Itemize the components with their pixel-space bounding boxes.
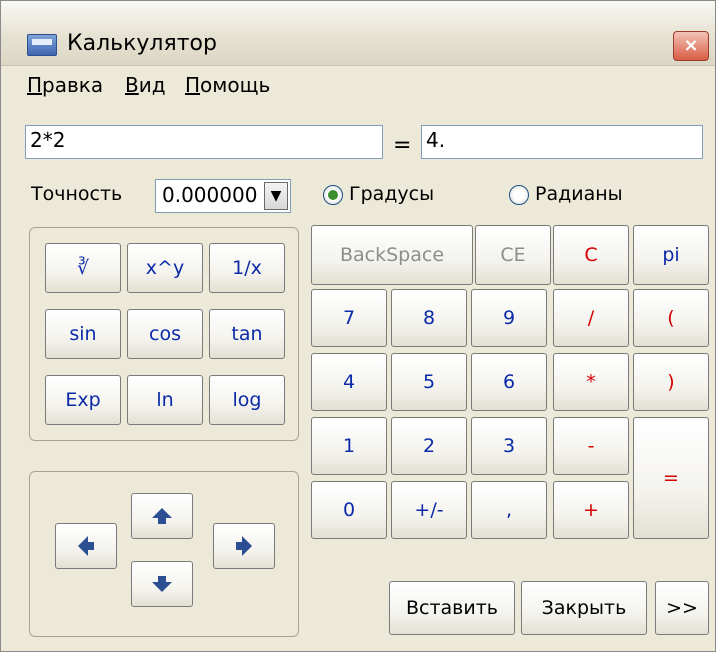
digit-9-button[interactable]: 9 xyxy=(471,289,547,347)
equals-button[interactable]: = xyxy=(633,417,709,539)
title-bar[interactable]: Калькулятор × xyxy=(1,1,715,66)
more-button[interactable]: >> xyxy=(655,581,709,635)
arrow-down-icon xyxy=(152,576,172,592)
ce-button[interactable]: CE xyxy=(475,225,551,285)
close-window-button[interactable]: × xyxy=(673,31,709,61)
precision-select[interactable]: 0.000000 ▼ xyxy=(155,179,291,213)
expression-input[interactable]: 2*2 xyxy=(25,125,383,159)
minus-button[interactable]: - xyxy=(553,417,629,475)
power-button[interactable]: x^y xyxy=(127,243,203,293)
menu-edit[interactable]: Правка xyxy=(27,73,103,97)
digit-6-button[interactable]: 6 xyxy=(471,353,547,411)
pi-button[interactable]: pi xyxy=(633,225,709,285)
tan-button[interactable]: tan xyxy=(209,309,285,359)
arrow-right-icon xyxy=(236,536,252,556)
precision-label: Точность xyxy=(31,183,123,205)
log-button[interactable]: log xyxy=(209,375,285,425)
exp-button[interactable]: Exp xyxy=(45,375,121,425)
ln-button[interactable]: ln xyxy=(127,375,203,425)
window-title: Калькулятор xyxy=(67,31,217,56)
digit-7-button[interactable]: 7 xyxy=(311,289,387,347)
menu-bar: Правка Вид Помощь xyxy=(1,65,715,107)
digit-8-button[interactable]: 8 xyxy=(391,289,467,347)
clear-button[interactable]: C xyxy=(553,225,629,285)
left-paren-button[interactable]: ( xyxy=(633,289,709,347)
root-button[interactable]: ∛ xyxy=(45,243,121,293)
chevron-down-icon[interactable]: ▼ xyxy=(264,182,288,210)
precision-value: 0.000000 xyxy=(162,183,258,207)
calculator-icon xyxy=(27,34,57,56)
close-button[interactable]: Закрыть xyxy=(521,581,647,635)
cos-button[interactable]: cos xyxy=(127,309,203,359)
calculator-window: Калькулятор × Правка Вид Помощь 2*2 = 4.… xyxy=(0,0,716,652)
divide-button[interactable]: / xyxy=(553,289,629,347)
degrees-radio[interactable] xyxy=(323,185,343,205)
backspace-button[interactable]: BackSpace xyxy=(311,225,473,285)
menu-help[interactable]: Помощь xyxy=(185,73,270,97)
equals-label: = xyxy=(393,133,412,158)
comma-button[interactable]: , xyxy=(471,481,547,539)
arrow-right-button[interactable] xyxy=(213,523,275,569)
arrow-up-button[interactable] xyxy=(131,493,193,539)
right-paren-button[interactable]: ) xyxy=(633,353,709,411)
arrow-left-button[interactable] xyxy=(55,523,117,569)
sin-button[interactable]: sin xyxy=(45,309,121,359)
menu-view[interactable]: Вид xyxy=(125,73,166,97)
digit-1-button[interactable]: 1 xyxy=(311,417,387,475)
digit-5-button[interactable]: 5 xyxy=(391,353,467,411)
degrees-label: Градусы xyxy=(349,183,435,205)
digit-3-button[interactable]: 3 xyxy=(471,417,547,475)
digit-0-button[interactable]: 0 xyxy=(311,481,387,539)
digit-4-button[interactable]: 4 xyxy=(311,353,387,411)
reciprocal-button[interactable]: 1/x xyxy=(209,243,285,293)
arrow-up-icon xyxy=(152,508,172,524)
multiply-button[interactable]: * xyxy=(553,353,629,411)
arrow-down-button[interactable] xyxy=(131,561,193,607)
plus-button[interactable]: + xyxy=(553,481,629,539)
plus-minus-button[interactable]: +/- xyxy=(391,481,467,539)
radians-label: Радианы xyxy=(535,183,623,205)
digit-2-button[interactable]: 2 xyxy=(391,417,467,475)
result-field[interactable]: 4. xyxy=(421,125,703,159)
arrow-left-icon xyxy=(78,536,94,556)
radians-radio[interactable] xyxy=(509,185,529,205)
paste-button[interactable]: Вставить xyxy=(389,581,515,635)
